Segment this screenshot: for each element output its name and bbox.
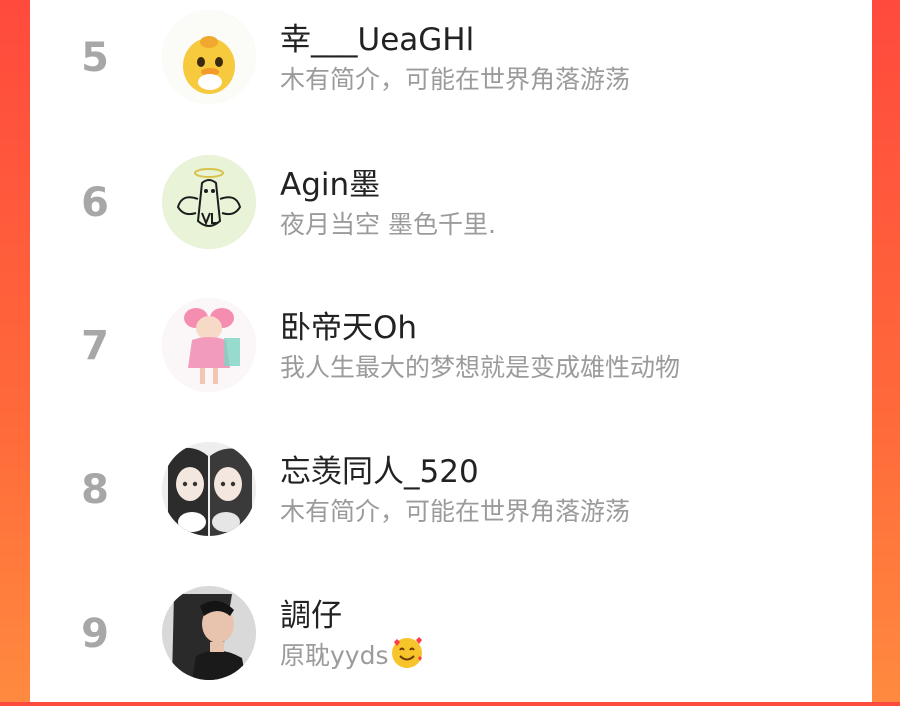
yellow-duck-avatar bbox=[162, 10, 256, 104]
rank-number: 5 bbox=[81, 35, 109, 81]
ranking-row-8[interactable]: 8 忘羡同人_520 木有简介，可能在世界角落游荡 bbox=[30, 432, 872, 562]
user-avatar[interactable] bbox=[162, 10, 256, 104]
user-avatar[interactable] bbox=[162, 586, 256, 680]
user-bio: 原耽yyds bbox=[280, 636, 424, 672]
user-name: 調仔 bbox=[280, 598, 342, 634]
photo-portrait-avatar bbox=[162, 586, 256, 680]
user-bio: 木有简介，可能在世界角落游荡 bbox=[280, 497, 631, 526]
user-bio: 木有简介，可能在世界角落游荡 bbox=[280, 65, 631, 94]
user-avatar[interactable] bbox=[162, 155, 256, 249]
ranking-card: 5 幸___UeaGHl 木有简介，可能在世界角落游荡 6 Agin墨 夜月当空… bbox=[30, 0, 872, 702]
ranking-row-7[interactable]: 7 卧帝天Oh 我人生最大的梦想就是变成雄性动物 bbox=[30, 288, 872, 418]
user-avatar[interactable] bbox=[162, 442, 256, 536]
two-anime-characters-avatar bbox=[162, 442, 256, 536]
rank-number: 7 bbox=[81, 323, 109, 369]
user-name: 幸___UeaGHl bbox=[280, 22, 475, 58]
user-name: 卧帝天Oh bbox=[280, 310, 418, 346]
ranking-row-6[interactable]: 6 Agin墨 夜月当空 墨色千里. bbox=[30, 145, 872, 275]
rank-number: 8 bbox=[81, 467, 109, 513]
green-sketch-avatar bbox=[162, 155, 256, 249]
smiling-hearts-emoji-icon bbox=[390, 636, 424, 670]
ranking-row-9[interactable]: 9 調仔 原耽yyds bbox=[30, 576, 872, 706]
user-avatar[interactable] bbox=[162, 298, 256, 392]
ranking-row-5[interactable]: 5 幸___UeaGHl 木有简介，可能在世界角落游荡 bbox=[30, 0, 872, 130]
user-bio-text: 原耽yyds bbox=[280, 641, 389, 670]
pink-anime-girl-avatar bbox=[162, 298, 256, 392]
rank-number: 6 bbox=[81, 180, 109, 226]
user-name: 忘羡同人_520 bbox=[280, 454, 479, 490]
user-bio: 我人生最大的梦想就是变成雄性动物 bbox=[280, 353, 681, 382]
user-name: Agin墨 bbox=[280, 167, 381, 203]
rank-number: 9 bbox=[81, 611, 109, 657]
user-bio: 夜月当空 墨色千里. bbox=[280, 210, 496, 239]
